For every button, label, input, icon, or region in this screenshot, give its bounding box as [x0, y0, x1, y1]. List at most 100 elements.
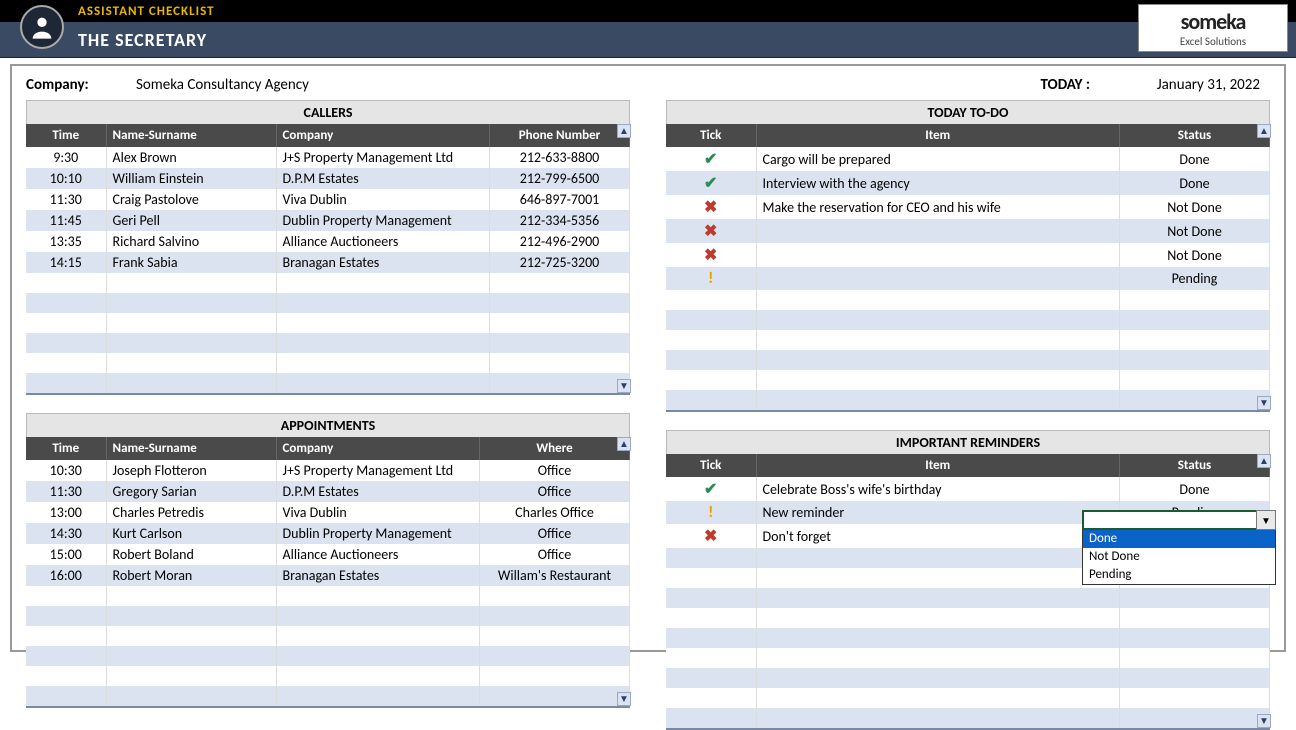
table-row[interactable]: ✔Interview with the agencyDone	[666, 171, 1270, 195]
cell-name[interactable]: William Einstein	[106, 168, 276, 189]
cell-last[interactable]: Office	[480, 544, 630, 565]
cell-company[interactable]: D.P.M Estates	[276, 481, 480, 502]
scroll-down-icon[interactable]: ▼	[1257, 396, 1271, 410]
cell-last[interactable]: 212-633-8800	[490, 147, 630, 168]
reminders-table[interactable]: Tick Item Status ✔Celebrate Boss's wife'…	[666, 454, 1270, 728]
cell-name[interactable]: Joseph Flotteron	[106, 460, 276, 481]
table-row[interactable]: 13:35Richard SalvinoAlliance Auctioneers…	[26, 231, 630, 252]
table-row[interactable]	[666, 350, 1270, 370]
scroll-up-icon[interactable]: ▲	[1257, 454, 1271, 468]
table-row[interactable]	[666, 608, 1270, 628]
table-row[interactable]: 15:00Robert BolandAlliance AuctioneersOf…	[26, 544, 630, 565]
cell-tick[interactable]: ✖	[666, 219, 756, 243]
table-row[interactable]	[666, 648, 1270, 668]
cell-name[interactable]: Alex Brown	[106, 147, 276, 168]
cell-status[interactable]: Pending	[1120, 267, 1270, 290]
cell-time[interactable]: 14:15	[26, 252, 106, 273]
cell-time[interactable]: 11:30	[26, 189, 106, 210]
cell-last[interactable]: Office	[480, 481, 630, 502]
cell-name[interactable]: Robert Boland	[106, 544, 276, 565]
table-row[interactable]: 11:30Craig PastoloveViva Dublin646-897-7…	[26, 189, 630, 210]
cell-time[interactable]: 16:00	[26, 565, 106, 586]
cell-item[interactable]: Make the reservation for CEO and his wif…	[756, 195, 1120, 219]
cell-company[interactable]: Branagan Estates	[276, 565, 480, 586]
cell-name[interactable]: Kurt Carlson	[106, 523, 276, 544]
today-date[interactable]: January 31, 2022	[1120, 76, 1270, 94]
cell-company[interactable]: Dublin Property Management	[276, 523, 480, 544]
cell-status[interactable]: Not Done	[1120, 219, 1270, 243]
table-row[interactable]: 14:30Kurt CarlsonDublin Property Managem…	[26, 523, 630, 544]
cell-status[interactable]: Not Done	[1120, 243, 1270, 267]
cell-company[interactable]: Viva Dublin	[276, 502, 480, 523]
table-row[interactable]	[666, 370, 1270, 390]
table-row[interactable]: 13:00Charles PetredisViva DublinCharles …	[26, 502, 630, 523]
appointments-scrollbar[interactable]: ▲ ▼	[617, 437, 631, 706]
cell-time[interactable]: 10:30	[26, 460, 106, 481]
scroll-up-icon[interactable]: ▲	[617, 124, 631, 138]
cell-name[interactable]: Charles Petredis	[106, 502, 276, 523]
status-dropdown-list[interactable]: DoneNot DonePending	[1082, 529, 1276, 585]
table-row[interactable]	[666, 628, 1270, 648]
cell-item[interactable]	[756, 219, 1120, 243]
cell-company[interactable]: Alliance Auctioneers	[276, 544, 480, 565]
cell-company[interactable]: D.P.M Estates	[276, 168, 490, 189]
cell-last[interactable]: 646-897-7001	[490, 189, 630, 210]
cell-status[interactable]: Done	[1120, 147, 1270, 171]
cell-item[interactable]: Celebrate Boss's wife's birthday	[756, 477, 1120, 501]
cell-time[interactable]: 13:00	[26, 502, 106, 523]
cell-name[interactable]: Geri Pell	[106, 210, 276, 231]
cell-name[interactable]: Frank Sabia	[106, 252, 276, 273]
table-row[interactable]	[666, 290, 1270, 310]
callers-scrollbar[interactable]: ▲ ▼	[617, 124, 631, 393]
table-row[interactable]: 9:30Alex BrownJ+S Property Management Lt…	[26, 147, 630, 168]
cell-company[interactable]: Alliance Auctioneers	[276, 231, 490, 252]
table-row[interactable]	[26, 273, 630, 293]
cell-item[interactable]	[756, 243, 1120, 267]
cell-last[interactable]: Charles Office	[480, 502, 630, 523]
table-row[interactable]: !Pending	[666, 267, 1270, 290]
cell-time[interactable]: 15:00	[26, 544, 106, 565]
table-row[interactable]	[26, 666, 630, 686]
table-row[interactable]: ✖ Not Done	[666, 219, 1270, 243]
cell-company[interactable]: J+S Property Management Ltd	[276, 460, 480, 481]
dropdown-option[interactable]: Done	[1083, 530, 1275, 548]
table-row[interactable]	[666, 588, 1270, 608]
table-row[interactable]	[666, 330, 1270, 350]
table-row[interactable]: ✖Not Done	[666, 243, 1270, 267]
cell-item[interactable]: Cargo will be prepared	[756, 147, 1120, 171]
cell-company[interactable]: J+S Property Management Ltd	[276, 147, 490, 168]
cell-item[interactable]: Don't forget	[756, 524, 1120, 548]
cell-tick[interactable]: !	[666, 501, 756, 524]
cell-status[interactable]: Done	[1120, 477, 1270, 501]
table-row[interactable]: ✖Make the reservation for CEO and his wi…	[666, 195, 1270, 219]
table-row[interactable]	[26, 686, 630, 706]
table-row[interactable]	[26, 333, 630, 353]
table-row[interactable]: ✔Cargo will be preparedDone	[666, 147, 1270, 171]
cell-last[interactable]: Office	[480, 460, 630, 481]
cell-item[interactable]: New reminder	[756, 501, 1120, 524]
todo-scrollbar[interactable]: ▲ ▼	[1257, 124, 1271, 410]
cell-item[interactable]	[756, 267, 1120, 290]
table-row[interactable]	[26, 313, 630, 333]
cell-time[interactable]: 10:10	[26, 168, 106, 189]
cell-time[interactable]: 11:45	[26, 210, 106, 231]
appointments-table[interactable]: Time Name-Surname Company Where 10:30Jos…	[26, 437, 630, 706]
table-row[interactable]: 10:10William EinsteinD.P.M Estates212-79…	[26, 168, 630, 189]
scroll-down-icon[interactable]: ▼	[1257, 714, 1271, 728]
cell-tick[interactable]: ✔	[666, 171, 756, 195]
cell-tick[interactable]: ✔	[666, 147, 756, 171]
table-row[interactable]	[666, 310, 1270, 330]
dropdown-option[interactable]: Pending	[1083, 566, 1275, 584]
cell-tick[interactable]: ✖	[666, 195, 756, 219]
table-row[interactable]	[26, 626, 630, 646]
table-row[interactable]: 11:30Gregory SarianD.P.M EstatesOffice	[26, 481, 630, 502]
table-row[interactable]	[26, 646, 630, 666]
status-dropdown-cell[interactable]: ▼	[1082, 510, 1276, 530]
cell-company[interactable]: Branagan Estates	[276, 252, 490, 273]
table-row[interactable]	[26, 293, 630, 313]
cell-item[interactable]: Interview with the agency	[756, 171, 1120, 195]
cell-company[interactable]: Viva Dublin	[276, 189, 490, 210]
reminders-scrollbar[interactable]: ▲ ▼	[1257, 454, 1271, 728]
table-row[interactable]	[666, 708, 1270, 728]
table-row[interactable]	[666, 668, 1270, 688]
